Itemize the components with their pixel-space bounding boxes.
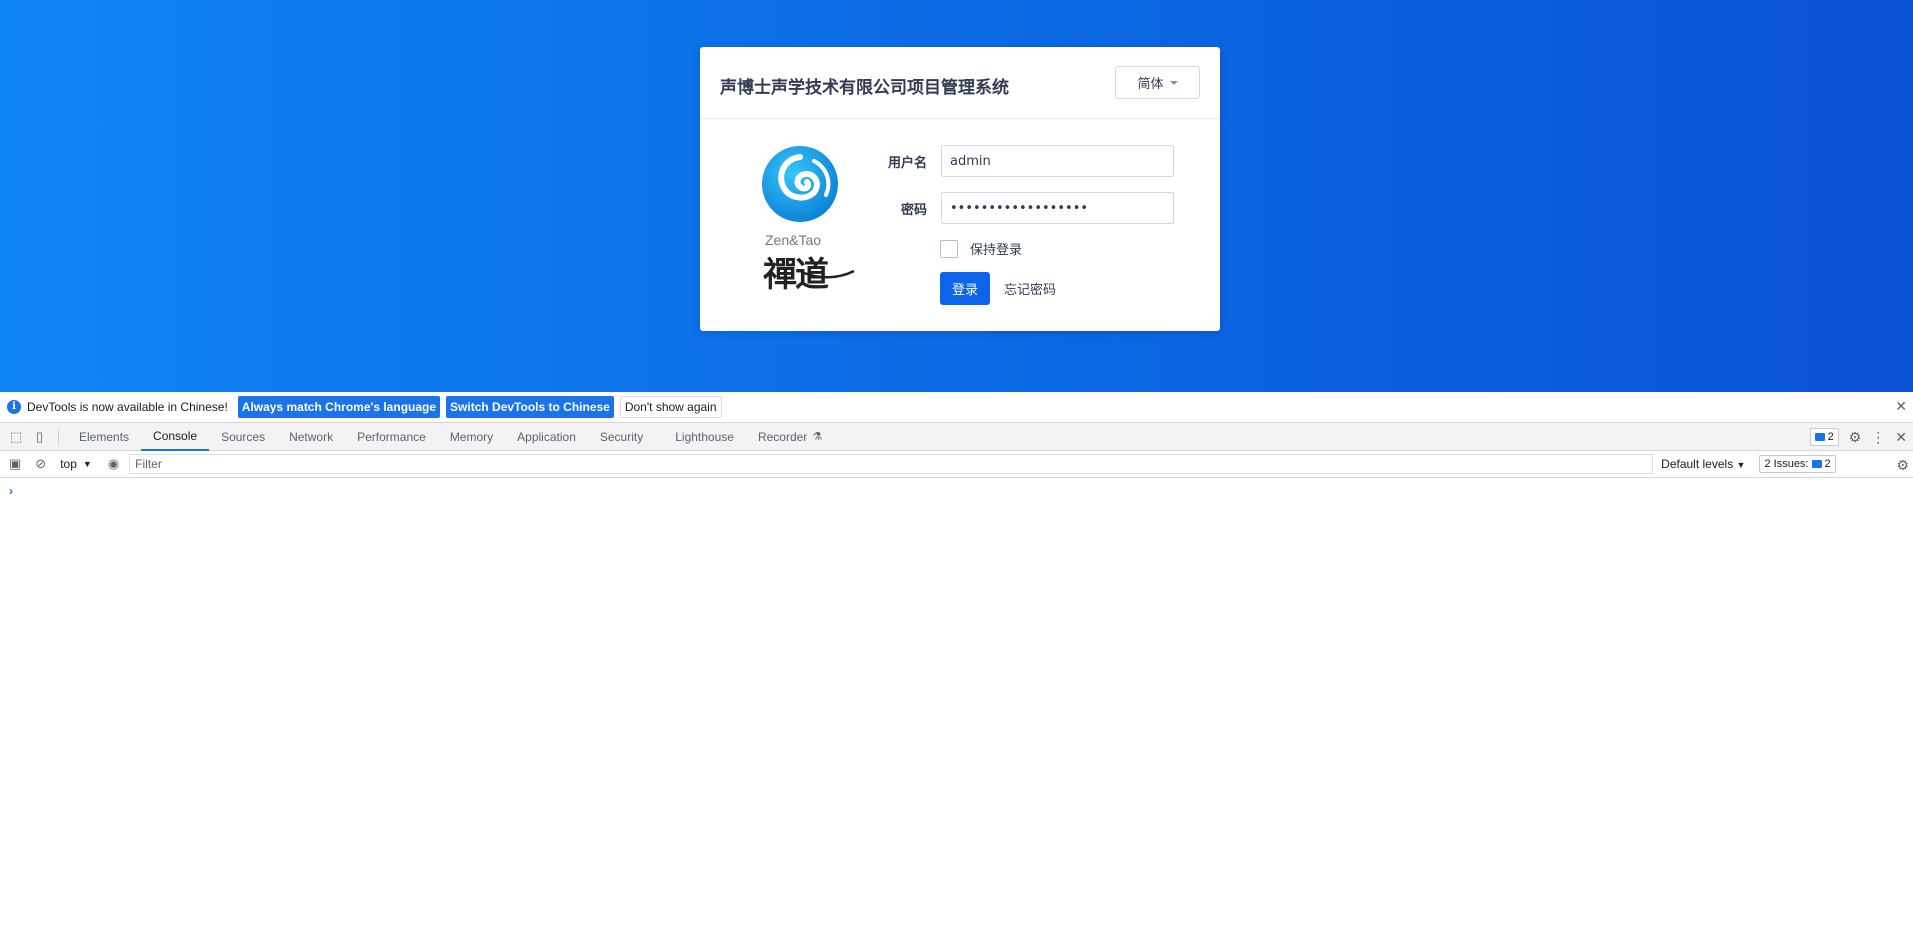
sidebar-toggle-icon[interactable]: ▣ <box>9 456 21 472</box>
log-levels-dropdown[interactable]: Default levels ▼ <box>1661 457 1745 471</box>
page-title: 声博士声学技术有限公司项目管理系统 <box>720 78 1009 98</box>
tab-elements[interactable]: Elements <box>67 423 141 451</box>
log-levels-label: Default levels <box>1661 457 1734 471</box>
flask-icon: ⚗ <box>812 431 823 443</box>
devtools-panel: i DevTools is now available in Chinese! … <box>0 392 1913 926</box>
keep-login-row[interactable]: 保持登录 <box>940 239 1022 258</box>
keep-login-checkbox[interactable] <box>940 239 958 258</box>
message-icon <box>1814 433 1825 441</box>
issues-badge[interactable]: 2 Issues: 2 <box>1759 455 1836 473</box>
caret-down-icon <box>1169 80 1178 85</box>
console-toolbar: ▣ ⊘ top ▼ ◉ Filter Default levels ▼ 2 Is… <box>0 451 1913 478</box>
tab-performance[interactable]: Performance <box>345 423 438 451</box>
login-actions: 登录 忘记密码 <box>940 272 1056 305</box>
tab-lighthouse[interactable]: Lighthouse <box>663 423 746 451</box>
context-label: top <box>60 457 77 471</box>
login-card: 声博士声学技术有限公司项目管理系统 简体 Zen&Tao 禪道 用户名 admi… <box>700 47 1220 331</box>
tab-recorder-label: Recorder <box>757 429 808 444</box>
filter-placeholder: Filter <box>135 457 162 471</box>
logo-calligraphy: 禪道 <box>763 255 829 295</box>
tab-console[interactable]: Console <box>141 423 210 451</box>
tab-application[interactable]: Application <box>505 423 588 451</box>
username-input[interactable] <box>941 145 1174 177</box>
login-button[interactable]: 登录 <box>940 272 991 305</box>
settings-gear-icon[interactable]: ⚙ <box>1849 429 1862 446</box>
inspect-element-icon[interactable]: ⬚ <box>10 429 24 444</box>
dropdown-triangle-icon: ▼ <box>82 459 92 469</box>
eye-icon[interactable]: ◉ <box>108 456 119 472</box>
tab-security[interactable]: Security <box>588 423 655 451</box>
console-prompt[interactable]: › <box>9 484 1913 498</box>
tab-sources[interactable]: Sources <box>209 423 277 451</box>
messages-badge[interactable]: 2 <box>1809 428 1839 446</box>
clear-console-icon[interactable]: ⊘ <box>35 456 46 472</box>
logo-text: Zen&Tao <box>765 232 822 248</box>
language-dropdown[interactable]: 简体 <box>1115 66 1200 99</box>
devtools-tab-bar: ⬚ ▯ Elements Console Sources Network Per… <box>0 423 1913 451</box>
messages-count: 2 <box>1827 431 1834 443</box>
console-settings-icon[interactable]: ⚙ <box>1896 457 1909 474</box>
issues-label: 2 Issues: <box>1764 458 1809 470</box>
tab-bar-right: 2 ⚙ ⋮ ✕ <box>1809 423 1913 451</box>
infobar-message: DevTools is now available in Chinese! <box>27 400 228 414</box>
language-label: 简体 <box>1137 77 1164 92</box>
password-row: 密码 <box>875 192 1174 224</box>
close-devtools-icon[interactable]: ✕ <box>1895 429 1907 446</box>
match-language-button[interactable]: Always match Chrome's language <box>237 396 441 418</box>
switch-to-chinese-button[interactable]: Switch DevTools to Chinese <box>446 396 614 418</box>
page-viewport: 声博士声学技术有限公司项目管理系统 简体 Zen&Tao 禪道 用户名 admi… <box>0 0 1913 392</box>
tab-recorder[interactable]: Recorder ⚗ <box>746 423 834 451</box>
dont-show-again-button[interactable]: Don't show again <box>619 396 722 418</box>
issues-count: 2 <box>1824 458 1831 470</box>
context-selector[interactable]: top ▼ <box>60 457 92 471</box>
devtools-language-infobar: i DevTools is now available in Chinese! … <box>0 392 1913 423</box>
device-toolbar-icon[interactable]: ▯ <box>36 429 50 444</box>
username-label: 用户名 <box>887 155 927 171</box>
login-card-header: 声博士声学技术有限公司项目管理系统 简体 <box>700 47 1220 119</box>
tab-memory[interactable]: Memory <box>438 423 505 451</box>
password-label: 密码 <box>900 202 927 218</box>
toolbar-divider <box>58 428 59 445</box>
close-icon[interactable]: ✕ <box>1895 398 1907 415</box>
issue-icon <box>1811 460 1822 468</box>
dropdown-triangle-icon: ▼ <box>1736 460 1746 470</box>
filter-input[interactable]: Filter <box>129 454 1654 474</box>
password-input[interactable] <box>941 192 1174 224</box>
more-options-icon[interactable]: ⋮ <box>1871 429 1885 446</box>
forgot-password-link[interactable]: 忘记密码 <box>1004 279 1056 298</box>
keep-login-label[interactable]: 保持登录 <box>970 239 1022 258</box>
tab-network[interactable]: Network <box>277 423 345 451</box>
username-row: 用户名 <box>875 145 1174 177</box>
info-icon: i <box>7 400 21 414</box>
